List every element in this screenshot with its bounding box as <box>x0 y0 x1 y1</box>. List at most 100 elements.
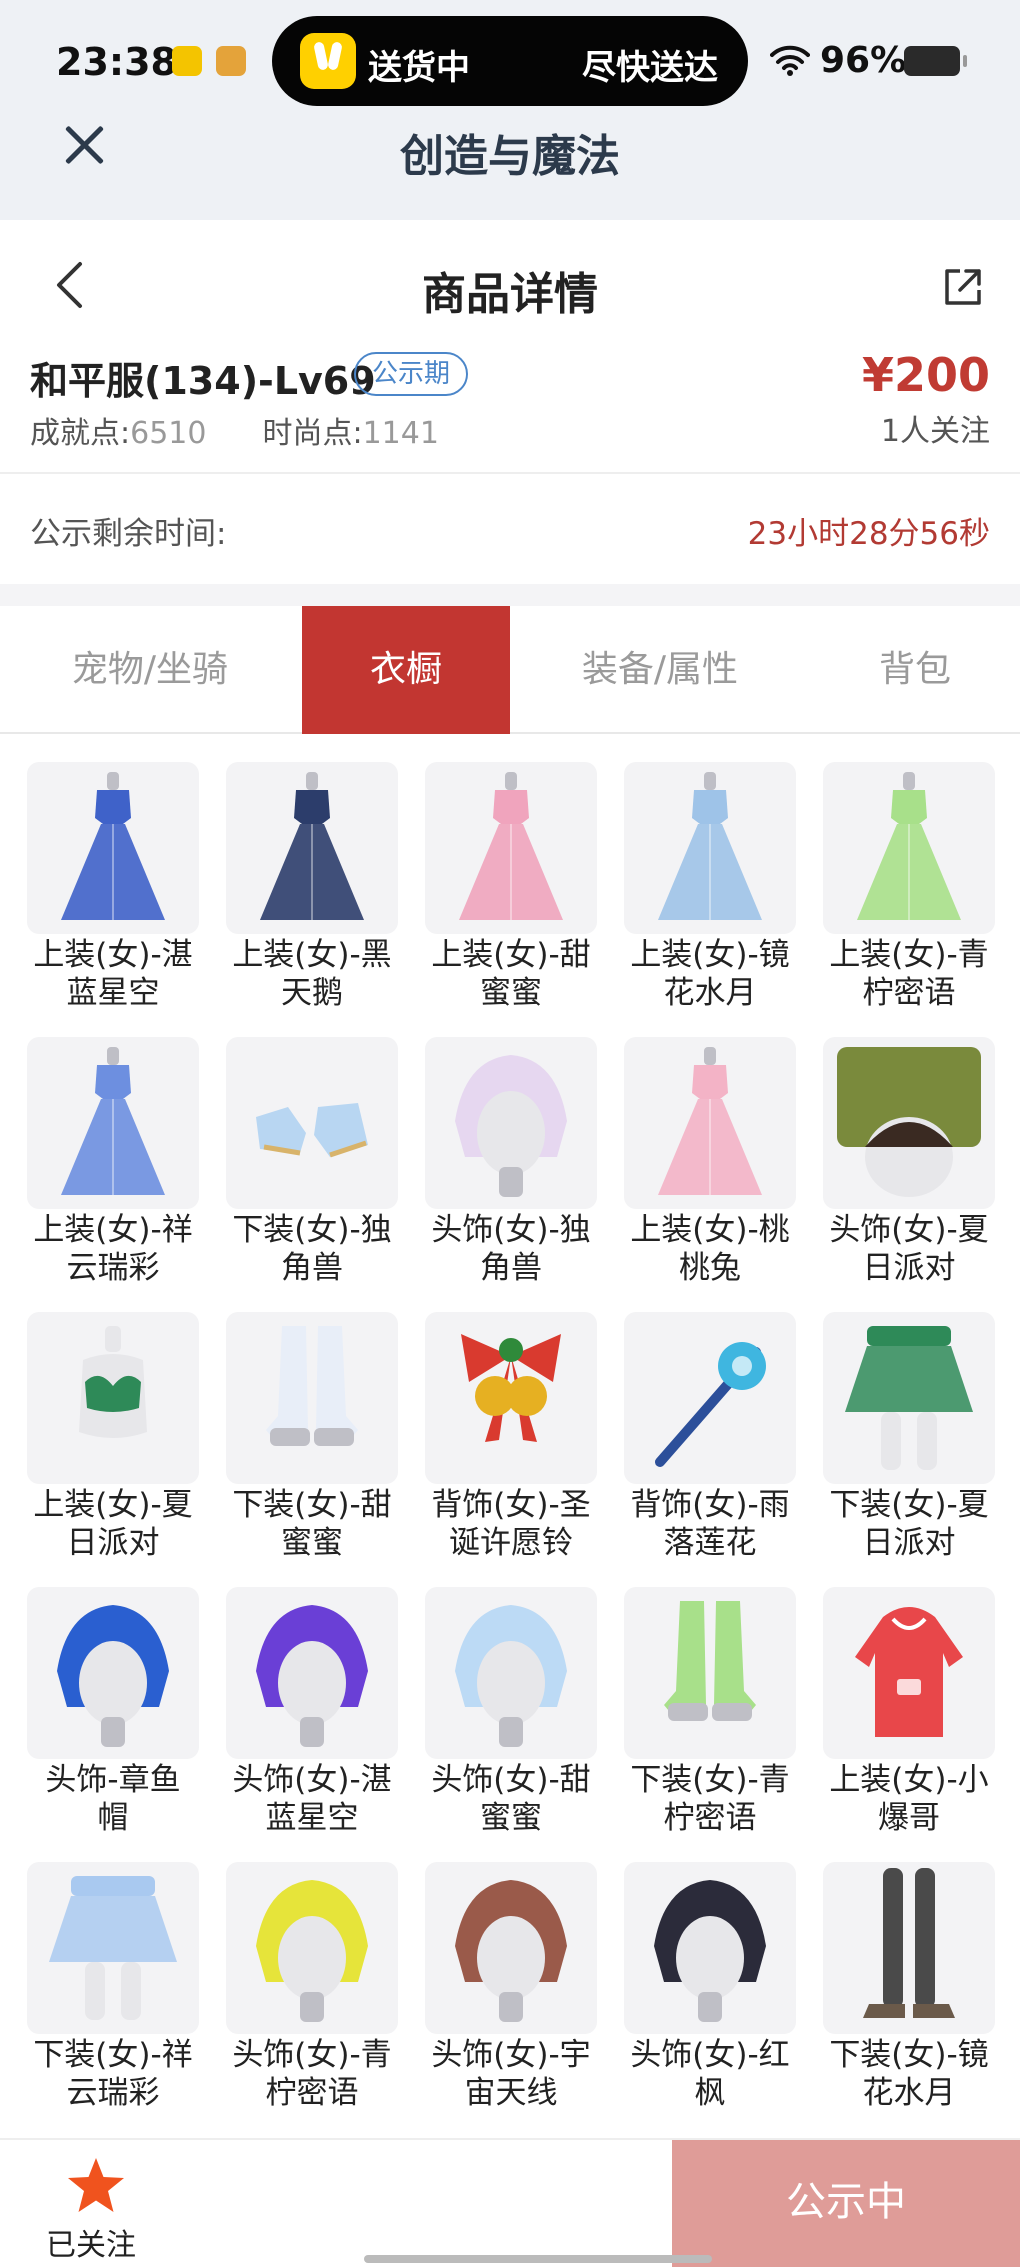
item-label-line: 下装(女)-青 <box>630 1762 790 1798</box>
item-label: 头饰(女)-夏 日派对 <box>823 1211 995 1287</box>
item-thumbnail <box>425 762 597 934</box>
item-thumbnail <box>27 1587 199 1759</box>
item-label: 头饰(女)-甜 蜜蜜 <box>425 1761 597 1837</box>
tab-bar: 宠物/坐骑 衣橱 装备/属性 背包 <box>0 606 1020 734</box>
item-thumbnail <box>226 762 398 934</box>
item-label-line: 背饰(女)-圣 <box>431 1487 591 1523</box>
status-time: 23:38 <box>56 40 177 84</box>
skirt-icon <box>49 1876 177 2020</box>
item-label: 头饰(女)-青 柠密语 <box>226 2036 398 2112</box>
top-icon <box>79 1326 147 1438</box>
wardrobe-item[interactable]: 下装(女)-镜 花水月 <box>823 1862 995 2111</box>
dress-icon <box>658 772 762 920</box>
item-label-line: 上装(女)-夏 <box>33 1487 193 1523</box>
delivery-app-icon <box>300 33 356 89</box>
island-eta-text: 尽快送达 <box>582 48 718 88</box>
wardrobe-item[interactable]: 上装(女)-镜 花水月 <box>624 762 796 1011</box>
countdown-label: 公示剩余时间: <box>30 516 227 552</box>
item-label: 上装(女)-镜 花水月 <box>624 936 796 1012</box>
home-indicator[interactable] <box>364 2255 712 2263</box>
item-label-line: 云瑞彩 <box>66 1250 160 1286</box>
wardrobe-item[interactable]: 下装(女)-独 角兽 <box>226 1037 398 1286</box>
dynamic-island[interactable]: 送货中 尽快送达 <box>272 16 748 106</box>
tab-equipment[interactable]: 装备/属性 <box>510 606 810 734</box>
wardrobe-item[interactable]: 头饰-章鱼帽 <box>27 1587 199 1836</box>
wardrobe-grid: 上装(女)-湛 蓝星空 上装(女)-黑 天鹅 上装(女)-甜 蜜蜜 上装(女)-镜 花水… <box>27 762 995 2111</box>
item-label-line: 上装(女)-湛 <box>33 937 193 973</box>
wardrobe-item[interactable]: 上装(女)-青 柠密语 <box>823 762 995 1011</box>
bottom-bar: 已关注 公示中 <box>0 2138 1020 2267</box>
item-label-line: 头饰(女)-湛 <box>232 1762 392 1798</box>
item-label-line: 下装(女)-镜 <box>829 2037 989 2073</box>
wardrobe-item[interactable]: 上装(女)-黑 天鹅 <box>226 762 398 1011</box>
bell-icon <box>461 1334 561 1442</box>
item-label-line: 柠密语 <box>862 975 956 1011</box>
item-label-line: 天鹅 <box>281 975 343 1011</box>
star-icon[interactable] <box>66 2156 126 2214</box>
item-thumbnail <box>624 1587 796 1759</box>
wardrobe-item[interactable]: 头饰(女)-独 角兽 <box>425 1037 597 1286</box>
achievement-label: 成就点: <box>30 416 131 451</box>
item-thumbnail <box>624 762 796 934</box>
item-label-line: 日派对 <box>862 1250 956 1286</box>
follower-count: 1人关注 <box>880 414 990 449</box>
item-label-line: 背饰(女)-雨 <box>630 1487 790 1523</box>
item-label: 背饰(女)-雨 落莲花 <box>624 1486 796 1562</box>
wardrobe-item[interactable]: 下装(女)-甜 蜜蜜 <box>226 1312 398 1561</box>
item-thumbnail <box>624 1862 796 2034</box>
item-label: 下装(女)-夏 日派对 <box>823 1486 995 1562</box>
item-label-line: 花水月 <box>862 2075 956 2111</box>
item-label: 背饰(女)-圣 诞许愿铃 <box>425 1486 597 1562</box>
item-label-line: 头饰(女)-青 <box>232 2037 392 2073</box>
item-thumbnail <box>226 1312 398 1484</box>
head-icon <box>256 1605 368 1747</box>
wardrobe-item[interactable]: 头饰(女)-红枫 <box>624 1862 796 2111</box>
wardrobe-item[interactable]: 上装(女)-夏 日派对 <box>27 1312 199 1561</box>
share-icon[interactable] <box>942 266 984 308</box>
hoodie-icon <box>855 1607 963 1737</box>
price: ¥200 <box>861 348 990 402</box>
item-label-line: 角兽 <box>281 1250 343 1286</box>
wardrobe-item[interactable]: 头饰(女)-宇 宙天线 <box>425 1862 597 2111</box>
item-thumbnail <box>823 1862 995 2034</box>
item-thumbnail <box>823 1312 995 1484</box>
wardrobe-item[interactable]: 头饰(女)-甜 蜜蜜 <box>425 1587 597 1836</box>
item-label: 头饰(女)-宇 宙天线 <box>425 2036 597 2112</box>
item-label: 上装(女)-甜 蜜蜜 <box>425 936 597 1012</box>
wardrobe-item[interactable]: 背饰(女)-雨 落莲花 <box>624 1312 796 1561</box>
item-label: 上装(女)-小 爆哥 <box>823 1761 995 1837</box>
wardrobe-item[interactable]: 上装(女)-祥 云瑞彩 <box>27 1037 199 1286</box>
wardrobe-item[interactable]: 头饰(女)-湛 蓝星空 <box>226 1587 398 1836</box>
item-label: 下装(女)-独 角兽 <box>226 1211 398 1287</box>
item-thumbnail <box>27 1037 199 1209</box>
item-label: 上装(女)-湛 蓝星空 <box>27 936 199 1012</box>
head-icon <box>455 1880 567 2022</box>
item-label-line: 柠密语 <box>663 1800 757 1836</box>
wardrobe-item[interactable]: 背饰(女)-圣 诞许愿铃 <box>425 1312 597 1561</box>
tab-pets-mounts[interactable]: 宠物/坐骑 <box>0 606 300 734</box>
item-label-line: 下装(女)-独 <box>232 1212 392 1248</box>
follow-label[interactable]: 已关注 <box>46 2220 136 2264</box>
publicity-status-button[interactable]: 公示中 <box>672 2140 1020 2267</box>
wardrobe-item[interactable]: 上装(女)-小 爆哥 <box>823 1587 995 1836</box>
wardrobe-item[interactable]: 下装(女)-夏 日派对 <box>823 1312 995 1561</box>
item-label-line: 日派对 <box>862 1525 956 1561</box>
item-label-line: 下装(女)-甜 <box>232 1487 392 1523</box>
tab-wardrobe[interactable]: 衣橱 <box>302 606 510 734</box>
wardrobe-item[interactable]: 头饰(女)-青 柠密语 <box>226 1862 398 2111</box>
item-thumbnail <box>27 1312 199 1484</box>
item-label-line: 爆哥 <box>878 1800 940 1836</box>
tab-backpack[interactable]: 背包 <box>810 606 1020 734</box>
wardrobe-item[interactable]: 下装(女)-青 柠密语 <box>624 1587 796 1836</box>
item-thumbnail <box>823 1587 995 1759</box>
dress-icon <box>61 1047 165 1195</box>
item-label-line: 落莲花 <box>663 1525 757 1561</box>
wardrobe-item[interactable]: 上装(女)-桃 桃兔 <box>624 1037 796 1286</box>
head-icon <box>256 1880 368 2022</box>
wardrobe-item[interactable]: 上装(女)-甜 蜜蜜 <box>425 762 597 1011</box>
wardrobe-item[interactable]: 上装(女)-湛 蓝星空 <box>27 762 199 1011</box>
item-label-line: 角兽 <box>480 1250 542 1286</box>
wardrobe-item[interactable]: 头饰(女)-夏 日派对 <box>823 1037 995 1286</box>
head-icon <box>57 1605 169 1747</box>
wardrobe-item[interactable]: 下装(女)-祥 云瑞彩 <box>27 1862 199 2111</box>
